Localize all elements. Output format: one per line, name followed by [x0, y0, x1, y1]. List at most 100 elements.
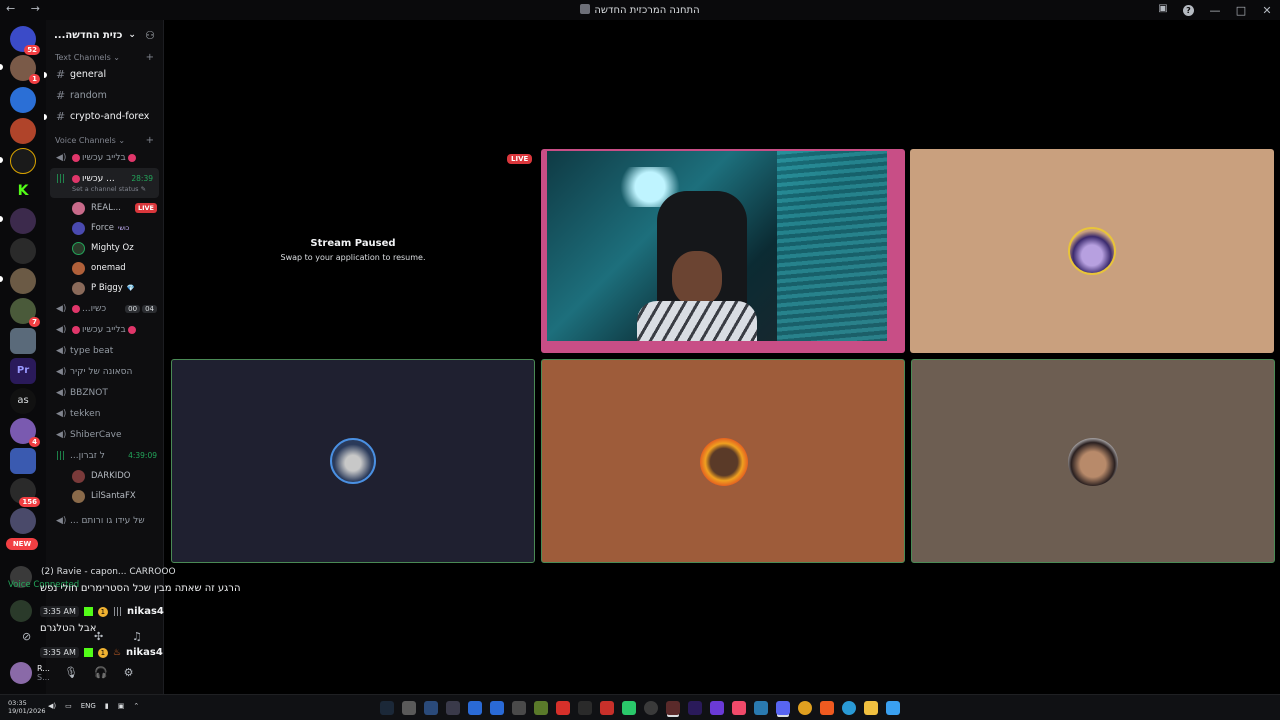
voice-channel-1[interactable]: ◀) בלייב עכשיו — [46, 147, 163, 168]
current-user[interactable]: R... S... — [10, 662, 50, 684]
premiere-icon[interactable] — [688, 701, 702, 715]
app-icon[interactable] — [622, 701, 636, 715]
minimize-button[interactable]: — — [1202, 4, 1228, 17]
category-text-channels[interactable]: Text Channels ⌄ + — [46, 50, 163, 64]
participant-tile[interactable] — [911, 359, 1275, 563]
participant-tile[interactable] — [171, 359, 535, 563]
brave-icon[interactable] — [820, 701, 834, 715]
inbox-icon[interactable]: ▣ — [1156, 3, 1170, 17]
invite-icon[interactable]: ⚇ — [145, 29, 155, 42]
steam-icon[interactable] — [380, 701, 394, 715]
category-voice-channels[interactable]: Voice Channels ⌄ + — [46, 133, 163, 147]
shield-icon[interactable]: ▣ — [118, 702, 125, 710]
server-icon-kick[interactable]: K — [10, 178, 36, 204]
voice-member[interactable]: DARKIDO — [46, 466, 163, 486]
microphone-icon[interactable]: 🎙 — [64, 666, 78, 679]
app-icon[interactable] — [534, 701, 548, 715]
live-badge: LIVE — [134, 203, 157, 213]
app-icon[interactable] — [556, 701, 570, 715]
network-icon[interactable]: ▭ — [65, 702, 72, 710]
app-icon[interactable] — [600, 701, 614, 715]
server-header[interactable]: ...כזית החדשה ⌄ ⚇ — [46, 20, 163, 50]
chatgpt-icon[interactable] — [644, 701, 658, 715]
overlay-author-1: 3:35 AM 1 ||| nikas4 — [40, 606, 164, 617]
voice-channel-10[interactable]: ||| ...ל זברון 4:39:09 — [46, 445, 163, 466]
gear-icon[interactable]: ⚙ — [124, 666, 134, 679]
voice-channel-active[interactable]: ||| עכשיו ... 28:39 Set a channel status ✎ — [50, 168, 159, 198]
server-icon-14[interactable] — [10, 508, 36, 534]
voice-channel-11[interactable]: ◀)... של עידו גו ורותם — [46, 510, 163, 531]
voice-channel-7[interactable]: ◀) BBZNOT — [46, 382, 163, 403]
voice-member[interactable]: Force כושי — [46, 218, 163, 238]
voice-channel-4[interactable]: ◀) בלייב עכשיו — [46, 319, 163, 340]
app-icon[interactable] — [666, 701, 680, 715]
server-icon-11[interactable]: 4 — [10, 418, 40, 447]
server-icon-7[interactable] — [10, 238, 36, 264]
server-icon-9[interactable]: 7 — [10, 298, 40, 327]
close-button[interactable]: ✕ — [1254, 4, 1280, 17]
app-icon[interactable] — [402, 701, 416, 715]
participant-tile[interactable] — [541, 359, 905, 563]
app-icon[interactable] — [578, 701, 592, 715]
app-icon[interactable] — [468, 701, 482, 715]
app-icon[interactable] — [424, 701, 438, 715]
server-icon-premiere[interactable]: Pr — [10, 358, 36, 384]
battery-icon[interactable]: ▮ — [105, 702, 109, 710]
server-icon-5[interactable] — [10, 148, 36, 174]
server-icon-as[interactable]: as — [10, 388, 36, 414]
edge-icon[interactable] — [842, 701, 856, 715]
maximize-button[interactable]: □ — [1228, 4, 1254, 17]
server-icon-2[interactable]: 1 — [10, 55, 40, 84]
stream-paused-tile[interactable]: Stream Paused Swap to your application t… — [172, 148, 534, 354]
soundboard-icon[interactable]: ♫ — [132, 630, 142, 643]
server-icon-6[interactable] — [10, 208, 36, 234]
participant-tile[interactable] — [910, 149, 1274, 353]
overlay-top-line: (2) Ravie - capon... CARROOO — [38, 566, 179, 578]
server-icon-10[interactable] — [10, 328, 36, 354]
language-indicator[interactable]: ENG — [81, 702, 96, 710]
voice-channel-9[interactable]: ◀) ShiberCave — [46, 424, 163, 445]
voice-member[interactable]: Mighty Oz — [46, 238, 163, 258]
windows-start-icon[interactable] — [886, 701, 900, 715]
headphones-icon[interactable]: 🎧 — [94, 666, 108, 679]
add-channel-icon[interactable]: + — [146, 135, 154, 146]
chevron-down-icon: ⌄ — [128, 30, 136, 40]
chevron-up-icon[interactable]: ⌃ — [133, 702, 139, 710]
app-icon[interactable] — [446, 701, 460, 715]
voice-channel-8[interactable]: ◀) tekken — [46, 403, 163, 424]
avatar — [72, 281, 85, 295]
app-icon[interactable] — [754, 701, 768, 715]
help-icon[interactable]: ? — [1183, 5, 1194, 16]
app-icon[interactable] — [732, 701, 746, 715]
discord-icon[interactable] — [776, 701, 790, 715]
channel-random[interactable]: # random — [46, 85, 163, 106]
server-icon-3[interactable] — [10, 87, 36, 113]
voice-channel-5[interactable]: ◀) type beat — [46, 340, 163, 361]
avatar[interactable] — [10, 600, 32, 622]
add-channel-icon[interactable]: + — [146, 52, 154, 63]
new-servers-badge[interactable]: NEW — [6, 538, 38, 550]
channel-status[interactable]: Set a channel status ✎ — [56, 185, 159, 193]
channel-crypto-and-forex[interactable]: # crypto-and-forex — [44, 106, 163, 127]
taskbar-clock[interactable]: 03:35 19/01/2026 — [8, 699, 45, 715]
voice-member[interactable]: LilSantaFX — [46, 486, 163, 506]
app-icon[interactable] — [512, 701, 526, 715]
server-icon-13[interactable]: 156 — [10, 478, 40, 507]
app-icon[interactable] — [490, 701, 504, 715]
server-icon-8[interactable] — [10, 268, 36, 294]
server-icon-12[interactable] — [10, 448, 36, 474]
voice-channel-6[interactable]: ◀) הסאונה של יקיר — [46, 361, 163, 382]
camera-tile-speaking[interactable] — [541, 149, 905, 353]
server-icon-1[interactable]: 52 — [10, 26, 40, 55]
video-off-icon[interactable]: ⊘ — [22, 630, 31, 643]
app-icon[interactable] — [710, 701, 724, 715]
server-icon-4[interactable] — [10, 118, 36, 144]
channel-general[interactable]: # general — [44, 64, 163, 85]
voice-channel-3[interactable]: ◀) ...כשיו 00 04 — [46, 298, 163, 319]
volume-icon[interactable]: ◀) — [48, 702, 56, 710]
chrome-icon[interactable] — [798, 701, 812, 715]
folder-icon[interactable] — [864, 701, 878, 715]
voice-member[interactable]: REAL... LIVE — [46, 198, 163, 218]
voice-member[interactable]: onemad — [46, 258, 163, 278]
voice-member[interactable]: P Biggy 💎 — [46, 278, 163, 298]
